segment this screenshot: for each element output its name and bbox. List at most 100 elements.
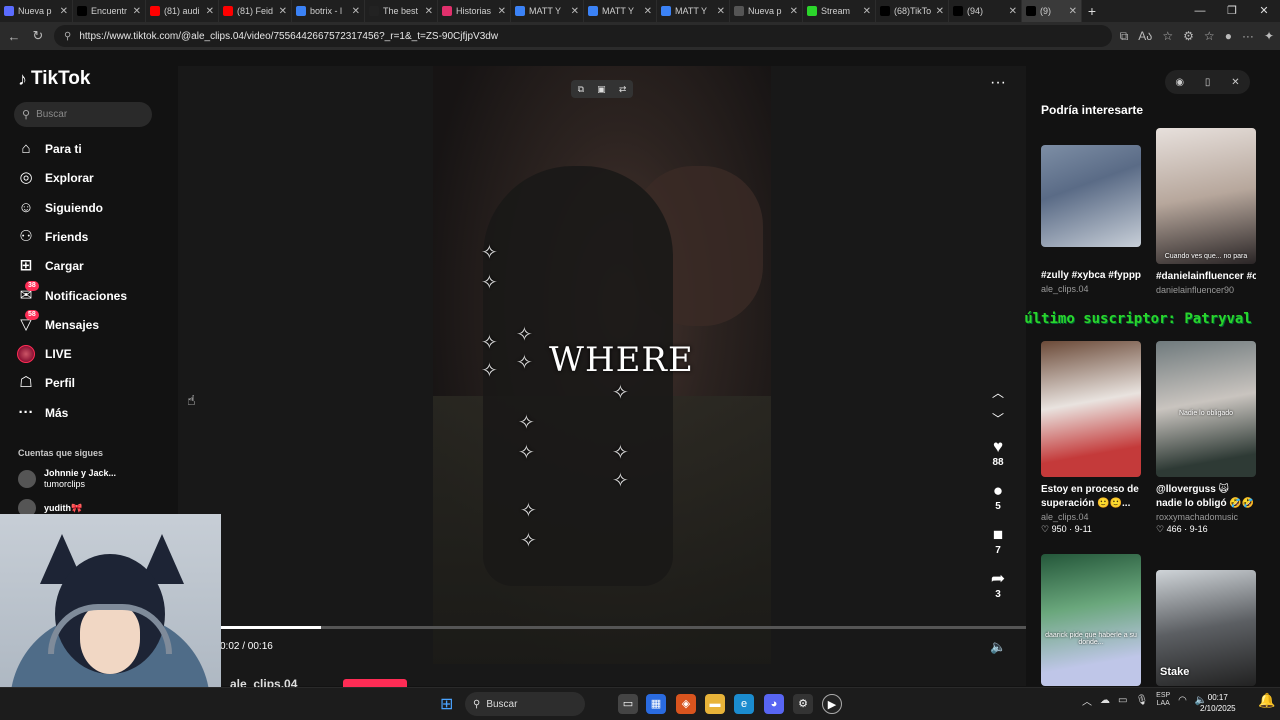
sidebar-item-explorar[interactable]: ◎ Explorar — [17, 167, 157, 189]
save-button[interactable]: ■ 7 — [986, 525, 1010, 556]
sidebar-item-para-ti[interactable]: ⌂ Para ti — [17, 138, 157, 160]
folder-icon[interactable]: ▬ — [705, 694, 725, 714]
copilot-icon[interactable]: ✦ — [1264, 29, 1274, 44]
media-player-icon[interactable]: ▶ — [822, 694, 842, 714]
close-tab-icon[interactable]: ✕ — [279, 6, 287, 17]
tiktok-logo[interactable]: ♪ TikTok — [18, 68, 90, 90]
sidebar-item-m-s[interactable]: ··· Más — [17, 402, 157, 424]
sidebar-item-siguiendo[interactable]: ☺ Siguiendo — [17, 197, 157, 219]
translate-icon[interactable]: ⇄ — [619, 84, 627, 95]
close-tab-icon[interactable]: ✕ — [60, 6, 68, 17]
browser-tab[interactable]: The best ✕ — [365, 0, 438, 22]
reload-icon[interactable]: ↻ — [30, 28, 46, 44]
video-card[interactable]: #zully #xybca #fyppppppppppp... ale_clip… — [1041, 145, 1141, 295]
phone-icon[interactable]: ▯ — [1205, 77, 1211, 88]
follow-button[interactable] — [343, 679, 407, 687]
chevron-up-icon[interactable]: ︿ — [988, 384, 1008, 401]
taskbar-search[interactable]: ⚲ Buscar — [465, 692, 585, 716]
close-tab-icon[interactable]: ✕ — [1069, 6, 1077, 17]
close-tab-icon[interactable]: ✕ — [717, 6, 725, 17]
url-field[interactable]: ⚲ https://www.tiktok.com/@ale_clips.04/v… — [54, 25, 1112, 47]
taskbar-clock[interactable]: 00:17 2/10/2025 — [1200, 692, 1236, 714]
browser-tab[interactable]: (81) Feid ✕ — [219, 0, 292, 22]
following-item[interactable]: Johnnie y Jack... tumorclips — [18, 468, 116, 490]
video-card[interactable]: daarick pide que haberle a su donde... — [1041, 554, 1141, 686]
menu-icon[interactable]: ··· — [1242, 29, 1254, 44]
wifi-icon[interactable]: ◠ — [1178, 695, 1187, 706]
close-tab-icon[interactable]: ✕ — [863, 6, 871, 17]
browser-tab[interactable]: MATT Y ✕ — [584, 0, 657, 22]
search-input[interactable] — [36, 109, 137, 120]
extensions-icon[interactable]: ⚙ — [1183, 29, 1194, 44]
language-indicator[interactable]: ESP LAA — [1156, 692, 1170, 708]
video-thumbnail[interactable]: Stake — [1156, 570, 1256, 686]
back-icon[interactable]: ← — [6, 29, 22, 44]
steam-icon[interactable]: ⚙ — [793, 694, 813, 714]
browser-tab[interactable]: MATT Y ✕ — [657, 0, 730, 22]
video-card[interactable]: Estoy en proceso de superación 🙂🙂... ale… — [1041, 341, 1141, 535]
microphone-icon[interactable]: 🎙 — [1135, 695, 1148, 706]
more-options-icon[interactable]: ··· — [990, 74, 1006, 92]
close-tab-icon[interactable]: ✕ — [498, 6, 506, 17]
new-tab-button[interactable]: + — [1082, 3, 1102, 19]
browser-tab[interactable]: MATT Y ✕ — [511, 0, 584, 22]
video-thumbnail[interactable] — [1041, 145, 1141, 247]
sidebar-item-live[interactable]: LIVE — [17, 343, 157, 365]
discord-icon[interactable]: ◕ — [764, 694, 784, 714]
task-view-icon[interactable]: ▭ — [618, 694, 638, 714]
chevron-down-icon[interactable]: ﹀ — [988, 410, 1008, 427]
pip-icon[interactable]: ⧉ — [578, 84, 584, 95]
volume-icon[interactable]: 🔈 — [990, 639, 1006, 655]
comment-button[interactable]: ● 5 — [986, 481, 1010, 512]
browser-tab[interactable]: (94) ✕ — [949, 0, 1022, 22]
notification-icon[interactable]: 🔔 — [1258, 692, 1275, 709]
browser-tab[interactable]: botrix - l ✕ — [292, 0, 365, 22]
office-icon[interactable]: ◈ — [676, 694, 696, 714]
video-card[interactable]: Stake — [1156, 570, 1256, 686]
close-tab-icon[interactable]: ✕ — [206, 6, 214, 17]
profile-icon[interactable]: ● — [1225, 29, 1232, 44]
chevron-up-icon[interactable]: ︿ — [1082, 693, 1092, 708]
browser-tab[interactable]: (9) ✕ — [1022, 0, 1082, 22]
share-button[interactable]: ➦ 3 — [986, 569, 1010, 600]
video-card[interactable]: Cuando ves que... no para #danielainflue… — [1156, 128, 1256, 296]
video-thumbnail[interactable]: daarick pide que haberle a su donde... — [1041, 554, 1141, 686]
browser-tab[interactable]: Encuentr ✕ — [73, 0, 146, 22]
minimize-button[interactable]: — — [1184, 0, 1216, 22]
data-icon[interactable]: ◉ — [1175, 77, 1184, 88]
search-box[interactable]: ⚲ — [14, 102, 152, 127]
sidebar-item-perfil[interactable]: ☖ Perfil — [17, 372, 157, 394]
like-button[interactable]: ♥ 88 — [986, 437, 1010, 468]
close-tab-icon[interactable]: ✕ — [1009, 6, 1017, 17]
sidebar-item-mensajes[interactable]: ▽ 58 Mensajes — [17, 309, 157, 336]
video-progress-bar[interactable] — [220, 626, 1026, 629]
open-in-app-icon[interactable]: ⧉ — [1120, 29, 1129, 44]
video-thumbnail[interactable]: Nadie lo obligado — [1156, 341, 1256, 477]
favorite-icon[interactable]: ☆ — [1162, 29, 1173, 44]
cloud-icon[interactable]: ☁ — [1100, 695, 1110, 706]
browser-tab[interactable]: Stream ✕ — [803, 0, 876, 22]
close-tab-icon[interactable]: ✕ — [644, 6, 652, 17]
read-aloud-icon[interactable]: Aა — [1138, 29, 1152, 44]
video-thumbnail[interactable] — [1041, 341, 1141, 477]
collections-icon[interactable]: ☆ — [1204, 29, 1215, 44]
browser-tab[interactable]: Historias ✕ — [438, 0, 511, 22]
close-tab-icon[interactable]: ✕ — [790, 6, 798, 17]
sidebar-item-friends[interactable]: ⚇ Friends — [17, 226, 157, 248]
close-tab-icon[interactable]: ✕ — [936, 6, 944, 17]
close-tab-icon[interactable]: ✕ — [352, 6, 360, 17]
windows-start-icon[interactable]: ⊞ — [440, 694, 453, 714]
sidebar-item-notificaciones[interactable]: ✉ 38 Notificaciones — [17, 280, 157, 307]
display-icon[interactable]: ▭ — [1118, 695, 1127, 706]
screenshot-icon[interactable]: ▣ — [597, 84, 606, 95]
close-tab-icon[interactable]: ✕ — [425, 6, 433, 17]
close-tab-icon[interactable]: ✕ — [133, 6, 141, 17]
maximize-button[interactable]: ❐ — [1216, 0, 1248, 22]
edge-icon[interactable]: e — [734, 694, 754, 714]
browser-tab[interactable]: Nueva p ✕ — [730, 0, 803, 22]
site-info-icon[interactable]: ⚲ — [64, 31, 71, 42]
close-tab-icon[interactable]: ✕ — [571, 6, 579, 17]
browser-tab[interactable]: (68)TikTo ✕ — [876, 0, 949, 22]
sidebar-item-cargar[interactable]: ⊞ Cargar — [17, 255, 157, 277]
video-card[interactable]: Nadie lo obligado @lloverguss 🙀 nadie lo… — [1156, 341, 1256, 535]
